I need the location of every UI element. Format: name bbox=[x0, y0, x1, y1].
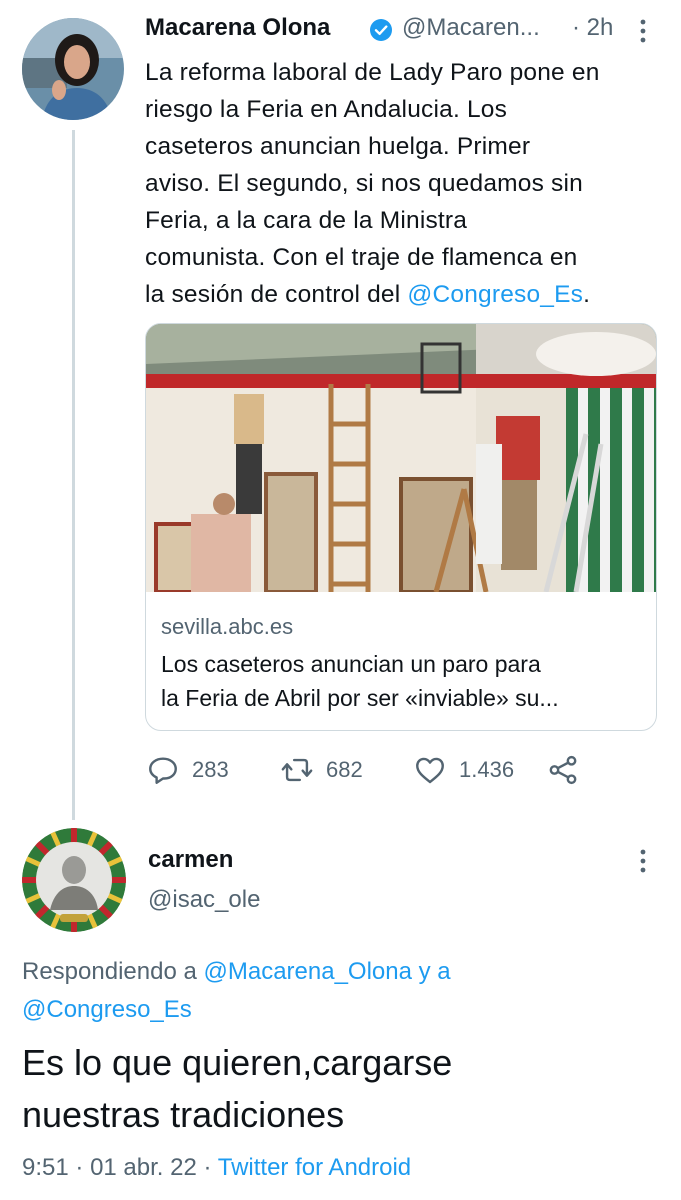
thread-connector-line bbox=[72, 130, 75, 820]
tweet-text-line: La reforma laboral de Lady Paro pone en bbox=[145, 59, 600, 86]
share-icon bbox=[549, 755, 577, 785]
author-handle[interactable]: @Macaren... bbox=[402, 14, 540, 42]
replying-conjunction: y a bbox=[411, 958, 451, 985]
tweet-text-line: caseteros anuncian huelga. Primer bbox=[145, 133, 531, 160]
reply-time[interactable]: 9:51 bbox=[22, 1154, 69, 1181]
retweet-count: 682 bbox=[326, 757, 363, 782]
reply-button[interactable]: 283 bbox=[146, 752, 229, 788]
reply-author-avatar[interactable] bbox=[22, 828, 126, 932]
reply-text-line: Es lo que quieren,cargarse bbox=[22, 1042, 453, 1083]
replying-to-line: Respondiendo a @Macarena_Olona y a bbox=[22, 953, 642, 991]
reply-count: 283 bbox=[192, 757, 229, 782]
link-preview-title-line: la Feria de Abril por ser «inviable» su.… bbox=[161, 685, 559, 711]
verified-badge-icon bbox=[369, 18, 393, 42]
tweet-text: La reforma laboral de Lady Paro pone en … bbox=[145, 54, 655, 313]
reply-author-name[interactable]: carmen bbox=[148, 846, 233, 874]
link-preview-card[interactable]: sevilla.abc.es Los caseteros anuncian un… bbox=[145, 323, 657, 731]
link-preview-title-line: Los caseteros anuncian un paro para bbox=[161, 651, 541, 677]
mention-link-congreso[interactable]: @Congreso_Es bbox=[22, 991, 642, 1029]
reply-author-handle[interactable]: @isac_ole bbox=[148, 886, 260, 914]
reply-text-line: nuestras tradiciones bbox=[22, 1094, 345, 1135]
author-avatar[interactable] bbox=[22, 18, 124, 120]
tweet-text-line: la sesión de control del @Congreso_Es. bbox=[145, 276, 655, 313]
replying-prefix: Respondiendo a bbox=[22, 958, 204, 985]
more-options-icon[interactable] bbox=[636, 18, 650, 44]
retweet-button[interactable]: 682 bbox=[280, 752, 363, 788]
link-preview-image bbox=[146, 324, 656, 594]
reply-source-link[interactable]: Twitter for Android bbox=[218, 1154, 411, 1181]
replying-to: Respondiendo a @Macarena_Olona y a @Cong… bbox=[22, 953, 642, 1029]
tweet-text-line: comunista. Con el traje de flamenca en bbox=[145, 244, 578, 271]
reply-text: Es lo que quieren,cargarse nuestras trad… bbox=[22, 1037, 662, 1141]
reply-icon bbox=[149, 757, 177, 784]
reply-date[interactable]: 01 abr. 22 bbox=[90, 1154, 197, 1181]
tweet-text-line: riesgo la Feria en Andalucia. Los bbox=[145, 96, 508, 123]
link-preview-domain: sevilla.abc.es bbox=[161, 614, 294, 639]
like-icon bbox=[416, 757, 444, 784]
mention-link-congreso[interactable]: @Congreso_Es bbox=[407, 281, 583, 308]
tweet-text-fragment: la sesión de control del bbox=[145, 281, 408, 308]
tweet-text-fragment: . bbox=[583, 281, 591, 308]
share-button[interactable] bbox=[546, 752, 580, 788]
link-preview-title: Los caseteros anuncian un paro para la F… bbox=[161, 647, 641, 715]
mention-link-macarena[interactable]: @Macarena_Olona bbox=[203, 958, 411, 985]
tweet-text-line: Feria, a la cara de la Ministra bbox=[145, 207, 468, 234]
like-count: 1.436 bbox=[459, 757, 515, 782]
retweet-icon bbox=[281, 758, 313, 782]
more-options-icon[interactable] bbox=[636, 848, 650, 874]
separator: · bbox=[75, 1154, 91, 1181]
separator: · bbox=[203, 1154, 218, 1181]
reply-metadata: 9:51 · 01 abr. 22 · Twitter for Android bbox=[22, 1154, 411, 1182]
author-name[interactable]: Macarena Olona bbox=[145, 14, 330, 42]
like-button[interactable]: 1.436 bbox=[413, 752, 514, 788]
tweet-text-line: aviso. El segundo, si nos quedamos sin bbox=[145, 170, 583, 197]
tweet-timestamp[interactable]: · 2h bbox=[572, 14, 613, 42]
